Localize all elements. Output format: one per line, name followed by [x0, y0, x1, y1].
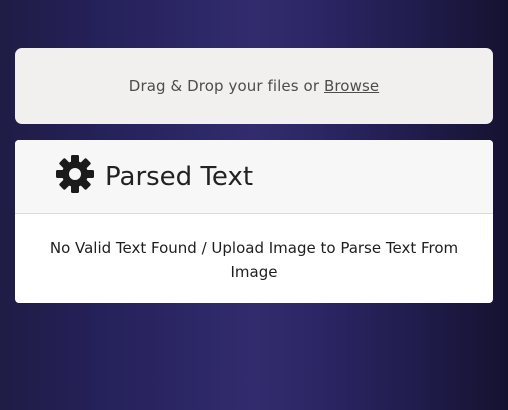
- file-dropzone[interactable]: Drag & Drop your files or Browse: [15, 48, 493, 124]
- parsed-text-card: Parsed Text No Valid Text Found / Upload…: [15, 140, 493, 303]
- card-header: Parsed Text: [15, 140, 493, 214]
- parsed-text-body: No Valid Text Found / Upload Image to Pa…: [49, 239, 459, 281]
- card-title: Parsed Text: [105, 161, 254, 192]
- dropzone-prompt: Drag & Drop your files or: [128, 77, 320, 95]
- browse-link[interactable]: Browse: [324, 77, 379, 95]
- gear-icon: [55, 154, 95, 194]
